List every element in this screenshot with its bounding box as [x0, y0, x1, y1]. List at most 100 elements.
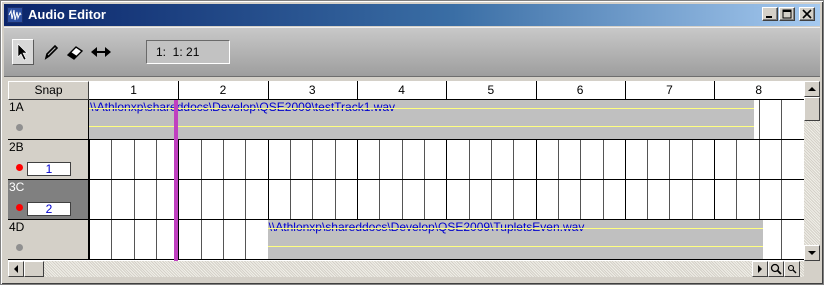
measure-gridline: [714, 180, 716, 219]
arrow-cursor-icon: [17, 43, 28, 61]
measure-line: [267, 81, 269, 100]
position-readout[interactable]: 1: 1: 21: [146, 40, 230, 64]
track-header-2b[interactable]: 2B 1: [8, 140, 89, 180]
beat-gridline: [222, 140, 224, 179]
track-channel-field[interactable]: 1: [27, 162, 71, 176]
beat-gridline: [133, 220, 135, 259]
audio-clip[interactable]: \\Athlonxp\shareddocs\Develop\QSE2009\te…: [89, 100, 755, 139]
close-icon: [802, 9, 812, 19]
beat-gridline: [557, 140, 559, 179]
beat-gridline: [334, 140, 336, 179]
track-name: 4D: [9, 220, 25, 234]
title-bar[interactable]: Audio Editor: [4, 4, 820, 26]
beat-gridline: [111, 180, 113, 219]
beat-gridline: [423, 140, 425, 179]
snap-button[interactable]: Snap: [8, 81, 89, 100]
measure-line: [446, 81, 448, 100]
vertical-scrollbar[interactable]: [804, 81, 820, 261]
beat-gridline: [647, 140, 649, 179]
scroll-right-button[interactable]: [752, 261, 768, 277]
select-tool-button[interactable]: [12, 39, 34, 65]
track-channel-field[interactable]: 2: [27, 202, 71, 216]
track-header-3c[interactable]: 3C 2: [8, 180, 89, 220]
measure-gridline: [624, 140, 626, 179]
beat-gridline: [758, 140, 760, 179]
beat-gridline: [647, 180, 649, 219]
measure-gridline: [267, 140, 269, 179]
waveform-line: [267, 228, 764, 229]
measure-number: 1: [130, 83, 137, 97]
scroll-up-button[interactable]: [804, 81, 820, 97]
beat-gridline: [736, 180, 738, 219]
beat-gridline: [580, 140, 582, 179]
pencil-tool-button[interactable]: [40, 39, 62, 65]
zoom-in-button[interactable]: [768, 261, 784, 277]
measure-gridline: [535, 180, 537, 219]
beat-gridline: [490, 140, 492, 179]
beat-gridline: [200, 180, 202, 219]
measure-line: [535, 81, 537, 100]
audio-clip[interactable]: \\Athlonxp\shareddocs\Develop\QSE2009\Tu…: [267, 220, 764, 259]
arrow-left-icon: [14, 265, 18, 273]
measure-number: 7: [666, 83, 673, 97]
measure-gridline: [446, 180, 448, 219]
beat-gridline: [401, 140, 403, 179]
measure-number: 6: [576, 83, 584, 97]
beat-gridline: [513, 140, 515, 179]
measure-gridline: [714, 140, 716, 179]
audio-editor-window: Audio Editor 1: 1: 21 Snap 1 2 3 4 5 6 7 8 1A \\…: [0, 0, 824, 285]
beat-gridline: [423, 180, 425, 219]
waveform-line: [89, 126, 755, 127]
move-tool-button[interactable]: [90, 39, 112, 65]
measure-gridline: [178, 220, 180, 259]
minimize-icon: [766, 16, 772, 18]
track-lane-1a[interactable]: \\Athlonxp\shareddocs\Develop\QSE2009\te…: [89, 100, 804, 140]
record-disarmed-icon[interactable]: [16, 124, 23, 131]
track-header-1a[interactable]: 1A: [8, 100, 89, 140]
beat-gridline: [200, 140, 202, 179]
close-button[interactable]: [799, 7, 815, 21]
beat-gridline: [468, 140, 470, 179]
beat-gridline: [156, 220, 157, 259]
beat-gridline: [312, 180, 314, 219]
beat-gridline: [156, 140, 157, 179]
record-armed-icon[interactable]: [16, 204, 23, 211]
beat-gridline: [490, 180, 492, 219]
record-disarmed-icon[interactable]: [16, 244, 23, 251]
measure-number: 4: [398, 83, 405, 97]
measure-gridline: [356, 180, 358, 219]
measure-gridline: [535, 140, 537, 179]
beat-gridline: [781, 220, 783, 259]
track-header-4d[interactable]: 4D: [8, 220, 89, 260]
beat-gridline: [245, 180, 247, 219]
measure-number: 8: [755, 83, 763, 97]
maximize-button[interactable]: [779, 7, 795, 21]
track-lane-3c[interactable]: [89, 180, 804, 220]
beat-gridline: [200, 220, 202, 259]
measure-ruler[interactable]: 1 2 3 4 5 6 7 8: [89, 81, 804, 100]
track-lane-2b[interactable]: [89, 140, 804, 180]
beat-gridline: [669, 140, 671, 179]
horizontal-scroll-thumb[interactable]: [24, 261, 44, 277]
beat-gridline: [222, 180, 224, 219]
scroll-left-button[interactable]: [8, 261, 24, 277]
eraser-tool-button[interactable]: [64, 39, 86, 65]
beat-gridline: [312, 140, 314, 179]
measure-gridline: [624, 180, 626, 219]
zoom-out-button[interactable]: [784, 261, 800, 277]
horizontal-scrollbar[interactable]: [8, 261, 804, 277]
beat-gridline: [602, 180, 604, 219]
track-editor: Snap 1 2 3 4 5 6 7 8 1A \\Athlonxp\shareddocs\De…: [8, 81, 804, 261]
measure-gridline: [89, 220, 90, 259]
minimize-button[interactable]: [762, 7, 778, 21]
vertical-scroll-thumb[interactable]: [804, 97, 820, 121]
beat-gridline: [758, 100, 760, 139]
track-lane-4d[interactable]: \\Athlonxp\shareddocs\Develop\QSE2009\Tu…: [89, 220, 804, 260]
measure-line: [356, 81, 358, 100]
arrow-right-icon: [758, 265, 762, 273]
playhead[interactable]: [173, 100, 178, 261]
scroll-down-button[interactable]: [804, 245, 820, 261]
double-arrow-icon: [91, 47, 111, 57]
beat-gridline: [133, 140, 135, 179]
record-armed-icon[interactable]: [16, 164, 23, 171]
